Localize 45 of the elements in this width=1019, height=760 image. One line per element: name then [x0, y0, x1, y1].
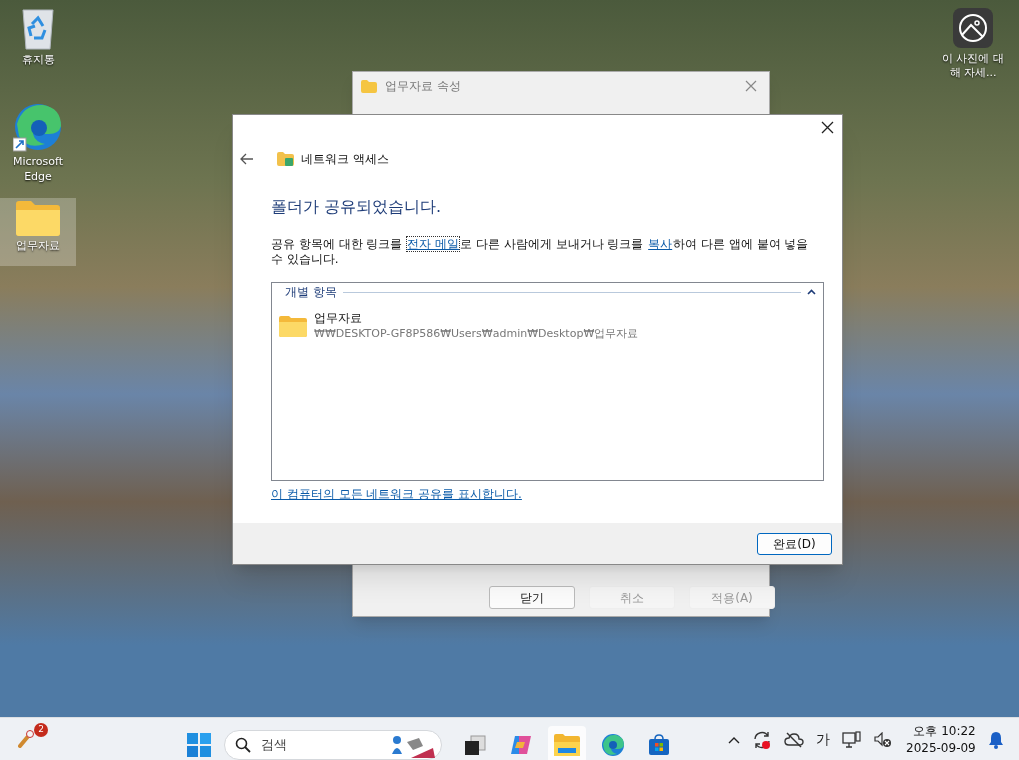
window-title: 업무자료 속성 — [385, 78, 461, 95]
store-icon — [647, 733, 671, 757]
share-message: 공유 항목에 대한 링크를 전자 메일 로 다른 사람에게 보내거나 링크를 복사하여 다른 앱에 붙여 넣을 수 있습니다. — [271, 237, 810, 267]
share-link[interactable]: 전자 메일 — [406, 236, 461, 252]
bell-icon[interactable] — [987, 730, 1004, 749]
folder-icon — [279, 315, 307, 337]
edge-icon — [601, 733, 625, 757]
desktop-icon[interactable]: Microsoft Edge — [0, 100, 76, 186]
item-path: ₩₩DESKTOP-GF8P586₩Users₩admin₩Desktop₩업무자료 — [314, 326, 639, 341]
baseball-bat-icon[interactable] — [18, 728, 34, 748]
photo-info-label: 이 사진에 대해 자세... — [942, 52, 1004, 80]
clock-time[interactable]: 오후 10:22 — [913, 722, 976, 740]
folder-icon — [16, 200, 60, 236]
chevron-up-icon[interactable] — [728, 735, 740, 744]
image-icon[interactable] — [953, 8, 993, 48]
folder-icon — [361, 79, 377, 93]
show-all-shares-link[interactable]: 이 컴퓨터의 모든 네트워크 공유를 표시합니다. — [271, 485, 522, 503]
group-header[interactable]: 개별 항목 — [285, 283, 337, 301]
input-method-indicator[interactable]: 가 — [816, 729, 830, 750]
network-folder-icon — [277, 151, 294, 167]
notification-badge: 2 — [34, 723, 48, 737]
dialog-button[interactable]: 닫기 — [489, 586, 575, 609]
cloud-off-icon[interactable] — [784, 731, 804, 748]
desktop-icon[interactable]: 휴지통 — [0, 6, 76, 74]
task-view-icon — [463, 733, 487, 757]
close-icon[interactable] — [821, 121, 834, 134]
recycle-bin-icon — [20, 8, 56, 50]
copilot-icon — [509, 733, 533, 757]
file-explorer-icon — [554, 734, 580, 756]
clock-date[interactable]: 2025-09-09 — [906, 739, 976, 757]
start-icon[interactable] — [186, 732, 212, 758]
search-icon — [235, 737, 251, 753]
edge-icon — [13, 102, 63, 152]
collapse-caret-icon[interactable] — [807, 289, 816, 295]
back-arrow-icon[interactable] — [240, 153, 254, 165]
search-field[interactable]: 검색 — [224, 730, 442, 760]
sync-icon[interactable] — [752, 729, 772, 750]
item-name[interactable]: 업무자료 — [314, 311, 639, 326]
search-placeholder: 검색 — [261, 736, 287, 755]
done-button[interactable]: 완료(D) — [757, 532, 832, 555]
network-icon[interactable] — [842, 730, 862, 749]
volume-muted-icon[interactable] — [874, 731, 892, 748]
dialog-title: 네트워크 액세스 — [301, 151, 389, 168]
share-link[interactable]: 복사 — [647, 236, 674, 252]
dialog-heading: 폴더가 공유되었습니다. — [271, 196, 443, 218]
